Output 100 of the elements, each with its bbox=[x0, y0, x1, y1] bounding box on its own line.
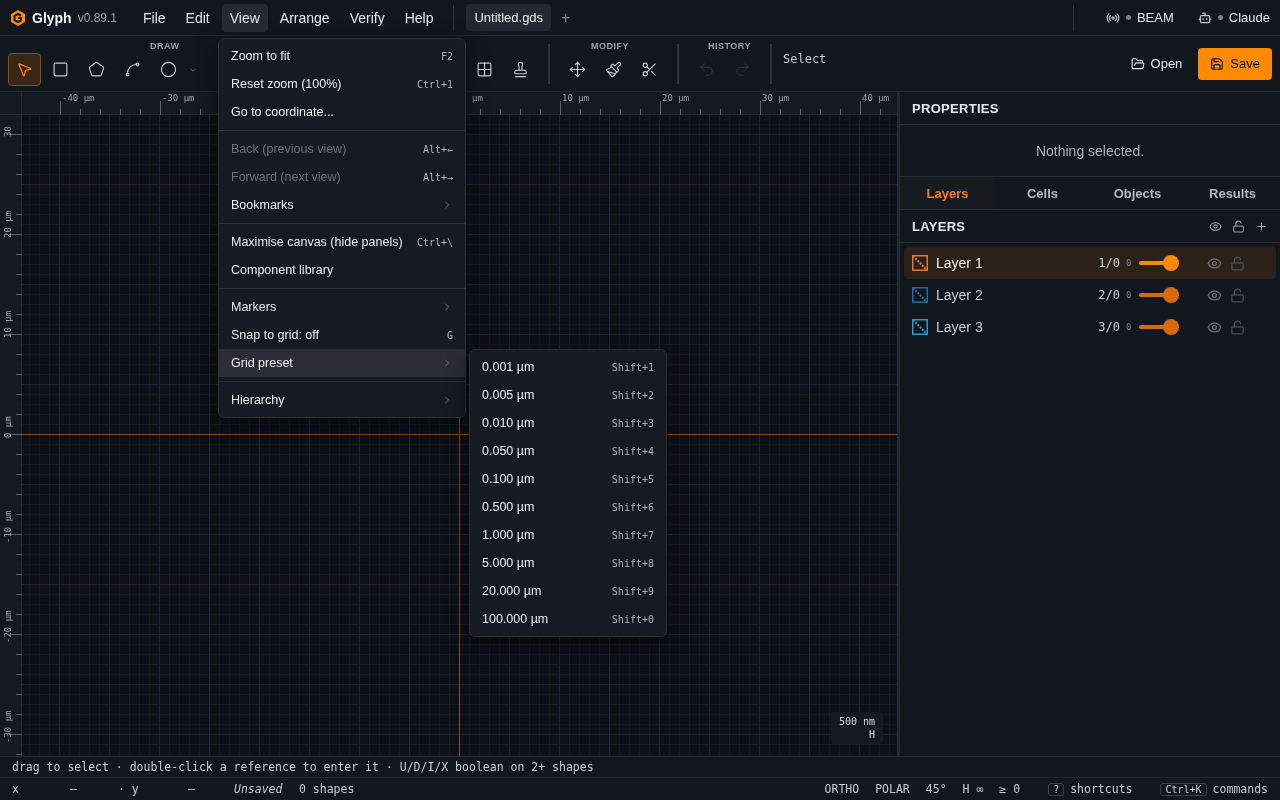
layer-name: Layer 2 bbox=[936, 287, 984, 303]
menu-item[interactable]: Reset zoom (100%) Ctrl+1 bbox=[219, 70, 465, 98]
ruler-label: 40 µm bbox=[862, 93, 890, 103]
menu-item[interactable]: 0.100 µm Shift+5 bbox=[470, 465, 666, 493]
menu-button[interactable]: Help bbox=[396, 3, 442, 32]
logo-icon bbox=[10, 8, 26, 27]
app-name: Glyph bbox=[32, 9, 72, 26]
shortcut-text: Shift+4 bbox=[611, 445, 654, 457]
slider-thumb[interactable] bbox=[1163, 255, 1180, 271]
y-label: · y bbox=[118, 782, 140, 796]
layer-row[interactable]: Layer 2 2/0 0 bbox=[904, 279, 1276, 311]
ruler-label: µm bbox=[472, 93, 483, 103]
menu-button[interactable]: Arrange bbox=[271, 3, 338, 32]
ruler-label: 20 µm bbox=[3, 210, 13, 238]
shortcut-text: Shift+2 bbox=[611, 389, 654, 401]
mode-toggle[interactable]: ORTHO bbox=[824, 782, 860, 796]
layer-spec: 2/0 bbox=[1097, 288, 1120, 302]
eye-icon[interactable] bbox=[1207, 287, 1223, 303]
layer-spec: 1/0 bbox=[1097, 256, 1120, 270]
pointer-icon bbox=[16, 61, 33, 78]
shortcut-label[interactable]: commands bbox=[1212, 782, 1268, 796]
folder-icon bbox=[1130, 56, 1145, 71]
new-tab-button[interactable]: + bbox=[555, 8, 577, 27]
mode-toggle[interactable]: POLAR bbox=[875, 782, 910, 796]
status-dot bbox=[1125, 15, 1131, 20]
menu-item[interactable]: Markers bbox=[219, 293, 465, 321]
layer-count: 0 bbox=[1126, 322, 1132, 332]
ruler-label: 20 µm bbox=[662, 93, 690, 103]
open-button[interactable]: Open bbox=[1122, 48, 1191, 79]
panel-tab[interactable]: Results bbox=[1185, 177, 1280, 209]
broadcast-icon bbox=[1105, 10, 1120, 25]
add-icon[interactable] bbox=[1255, 219, 1268, 233]
ruler-label: 0 µm bbox=[3, 416, 13, 438]
group-label: MODIFY bbox=[590, 40, 630, 53]
scale-label: 500 nm bbox=[838, 716, 875, 727]
eye-icon[interactable] bbox=[1209, 219, 1222, 233]
layer-spec: 3/0 bbox=[1097, 320, 1120, 334]
menu-item[interactable]: Grid preset bbox=[219, 349, 465, 377]
unlock-icon[interactable] bbox=[1232, 219, 1245, 233]
panel-tab[interactable]: Objects bbox=[1090, 177, 1185, 209]
menu-button[interactable]: Edit bbox=[177, 3, 218, 32]
pentagon-icon bbox=[88, 61, 105, 78]
panel-tab[interactable]: Layers bbox=[900, 177, 995, 209]
save-button[interactable]: Save bbox=[1198, 47, 1272, 80]
select-tool-button[interactable] bbox=[8, 53, 41, 86]
menu-item[interactable]: 0.500 µm Shift+6 bbox=[470, 493, 666, 521]
shortcut-label[interactable]: shortcuts bbox=[1070, 782, 1133, 796]
panel-tab[interactable]: Cells bbox=[995, 177, 1090, 209]
opacity-slider[interactable] bbox=[1139, 255, 1180, 271]
menu-item[interactable]: 20.000 µm Shift+9 bbox=[470, 577, 666, 605]
shortcut-text: Alt+→ bbox=[422, 171, 453, 183]
shortcut-text: G bbox=[446, 329, 453, 341]
shortcut-text: Shift+0 bbox=[611, 613, 654, 625]
eye-icon[interactable] bbox=[1207, 319, 1223, 335]
menu-item[interactable]: 1.000 µm Shift+7 bbox=[470, 521, 666, 549]
group-label: DRAW bbox=[149, 40, 181, 53]
menu-item[interactable]: Zoom to fit F2 bbox=[219, 42, 465, 70]
menu-item[interactable]: Bookmarks bbox=[219, 191, 465, 219]
menu-button[interactable]: File bbox=[135, 3, 174, 32]
mode-toggle[interactable]: 45° bbox=[925, 782, 947, 796]
eye-icon[interactable] bbox=[1207, 255, 1223, 271]
opacity-slider[interactable] bbox=[1139, 319, 1180, 335]
slider-thumb[interactable] bbox=[1163, 287, 1180, 303]
menu-item[interactable]: 0.010 µm Shift+3 bbox=[470, 409, 666, 437]
mode-toggle[interactable]: ≥ 0 bbox=[999, 782, 1021, 796]
grid-icon bbox=[476, 61, 493, 78]
undo-icon bbox=[698, 61, 715, 78]
scissors-icon bbox=[641, 61, 658, 78]
menu-item[interactable]: 5.000 µm Shift+8 bbox=[470, 549, 666, 577]
ruler-label: -30 µm bbox=[3, 710, 13, 743]
shortcut-text: Shift+1 bbox=[611, 361, 654, 373]
status-dot bbox=[1217, 15, 1223, 20]
layer-row[interactable]: Layer 3 3/0 0 bbox=[904, 311, 1276, 343]
menu-item[interactable]: 0.050 µm Shift+4 bbox=[470, 437, 666, 465]
menu-item[interactable]: Go to coordinate... bbox=[219, 98, 465, 126]
opacity-slider[interactable] bbox=[1139, 287, 1180, 303]
empty-message: Nothing selected. bbox=[1035, 142, 1145, 159]
slider-thumb[interactable] bbox=[1163, 319, 1180, 335]
menu-item[interactable]: Maximise canvas (hide panels) Ctrl+\ bbox=[219, 228, 465, 256]
menu-item[interactable]: Component library bbox=[219, 256, 465, 284]
brush-icon bbox=[605, 61, 622, 78]
group-label: HISTORY bbox=[707, 40, 752, 53]
menu-item[interactable]: 0.001 µm Shift+1 bbox=[470, 353, 666, 381]
document-tab[interactable]: Untitled.gds bbox=[466, 4, 552, 31]
layer-row[interactable]: Layer 1 1/0 0 bbox=[904, 247, 1276, 279]
x-label: x bbox=[12, 782, 20, 796]
menu-item[interactable]: Hierarchy bbox=[219, 386, 465, 414]
curve-icon bbox=[124, 61, 141, 78]
menu-button[interactable]: Verify bbox=[341, 3, 393, 32]
menu-item[interactable]: 0.005 µm Shift+2 bbox=[470, 381, 666, 409]
stamp-icon bbox=[512, 61, 529, 78]
ruler-label: 10 µm bbox=[3, 310, 13, 338]
layer-name: Layer 3 bbox=[936, 319, 984, 335]
service-label: Claude bbox=[1228, 10, 1270, 25]
mode-toggle[interactable]: H ∞ bbox=[962, 782, 984, 796]
menu-item[interactable]: Snap to grid: off G bbox=[219, 321, 465, 349]
hint-text: drag to select · double-click a reference to enter it · U/D/I/X boolean on 2+ shapes bbox=[12, 760, 594, 774]
menu-item[interactable]: 100.000 µm Shift+0 bbox=[470, 605, 666, 633]
menu-button[interactable]: View bbox=[221, 3, 268, 32]
circle-icon bbox=[160, 61, 177, 78]
